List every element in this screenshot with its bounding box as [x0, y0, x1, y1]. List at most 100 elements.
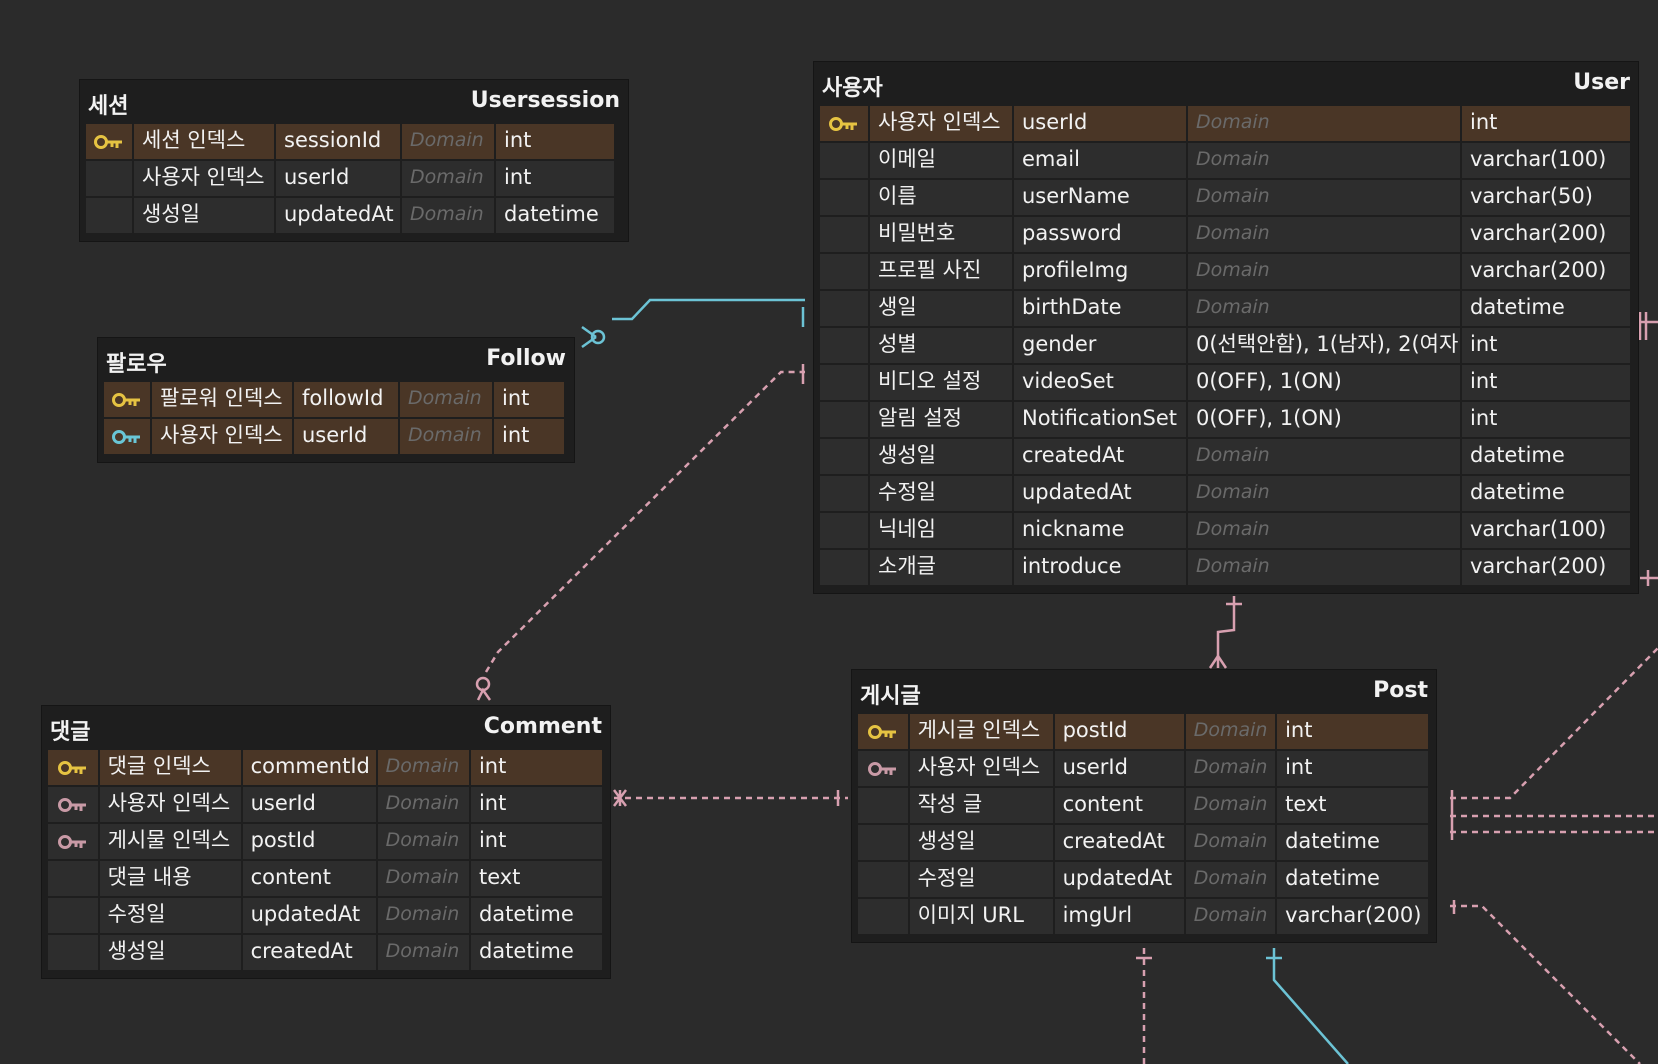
table-row[interactable]: 댓글 인덱스 commentId Domain int: [48, 750, 604, 787]
table-row[interactable]: 사용자 인덱스 userId Domain int: [858, 751, 1430, 788]
table-row[interactable]: 이메일 email Domain varchar(100): [820, 143, 1632, 180]
table-physical-name: Post: [1373, 678, 1428, 703]
rel-comment-post: [613, 789, 848, 807]
column-logical-name: 생일: [870, 291, 1012, 326]
table-follow[interactable]: 팔로우 Follow 팔로워 인덱스 followId Domain int 사용자 인…: [98, 338, 574, 462]
column-physical-name: password: [1014, 217, 1186, 252]
table-row[interactable]: 비밀번호 password Domain varchar(200): [820, 217, 1632, 254]
column-logical-name: 사용자 인덱스: [134, 161, 274, 196]
table-row[interactable]: 게시물 인덱스 postId Domain int: [48, 824, 604, 861]
column-domain: Domain: [400, 419, 492, 454]
column-physical-name: commentId: [242, 750, 376, 785]
column-domain: Domain: [1188, 106, 1460, 141]
table-columns: 사용자 인덱스 userId Domain int 이메일 email Domain varc…: [814, 106, 1638, 593]
table-row[interactable]: 비디오 설정 videoSet 0(OFF), 1(ON) int: [820, 365, 1632, 402]
column-logical-name: 수정일: [870, 476, 1012, 511]
rel-post-bottom-cyan: [1266, 948, 1349, 1064]
column-domain: Domain: [1185, 862, 1276, 897]
table-user[interactable]: 사용자 User 사용자 인덱스 userId Domain int 이메일 email D…: [814, 62, 1638, 593]
column-physical-name: gender: [1014, 328, 1186, 363]
column-physical-name: updatedAt: [1054, 862, 1184, 897]
table-header: 댓글 Comment: [42, 706, 610, 750]
column-physical-name: introduce: [1014, 550, 1186, 585]
table-row[interactable]: 수정일 updatedAt Domain datetime: [858, 862, 1430, 899]
erd-canvas[interactable]: 세션 Usersession 세션 인덱스 sessionId Domain int 사…: [0, 0, 1658, 1064]
column-domain: Domain: [1188, 291, 1460, 326]
column-physical-name: userId: [1054, 751, 1184, 786]
column-physical-name: birthDate: [1014, 291, 1186, 326]
rel-follow-user: [581, 298, 805, 349]
table-comment[interactable]: 댓글 Comment 댓글 인덱스 commentId Domain int 사용자 인…: [42, 706, 610, 978]
key-cell: [86, 198, 132, 233]
table-columns: 댓글 인덱스 commentId Domain int 사용자 인덱스 userId Dom…: [42, 750, 610, 978]
table-row[interactable]: 수정일 updatedAt Domain datetime: [48, 898, 604, 935]
column-domain: Domain: [1185, 714, 1276, 749]
key-cell: [820, 476, 868, 511]
column-type: int: [470, 824, 603, 859]
column-logical-name: 사용자 인덱스: [909, 751, 1053, 786]
column-type: text: [470, 861, 603, 896]
column-physical-name: userName: [1014, 180, 1186, 215]
column-type: datetime: [470, 898, 603, 933]
key-cell: [820, 550, 868, 585]
table-row[interactable]: 생성일 createdAt Domain datetime: [820, 439, 1632, 476]
column-type: varchar(200): [1277, 899, 1429, 934]
table-header: 세션 Usersession: [80, 80, 628, 124]
table-row[interactable]: 댓글 내용 content Domain text: [48, 861, 604, 898]
table-header: 사용자 User: [814, 62, 1638, 106]
table-usersession[interactable]: 세션 Usersession 세션 인덱스 sessionId Domain int 사…: [80, 80, 628, 241]
column-domain: Domain: [377, 787, 469, 822]
table-row[interactable]: 작성 글 content Domain text: [858, 788, 1430, 825]
table-row[interactable]: 이름 userName Domain varchar(50): [820, 180, 1632, 217]
column-logical-name: 수정일: [99, 898, 241, 933]
table-row[interactable]: 사용자 인덱스 userId Domain int: [104, 419, 568, 456]
table-row[interactable]: 생성일 createdAt Domain datetime: [858, 825, 1430, 862]
table-row[interactable]: 알림 설정 NotificationSet 0(OFF), 1(ON) int: [820, 402, 1632, 439]
column-logical-name: 게시글 인덱스: [909, 714, 1053, 749]
table-row[interactable]: 성별 gender 0(선택안함), 1(남자), 2(여자) int: [820, 328, 1632, 365]
table-post[interactable]: 게시글 Post 게시글 인덱스 postId Domain int 사용자 인덱스 us…: [852, 670, 1436, 942]
table-row[interactable]: 게시글 인덱스 postId Domain int: [858, 714, 1430, 751]
table-logical-name: 댓글: [50, 720, 91, 745]
column-logical-name: 닉네임: [870, 513, 1012, 548]
column-physical-name: postId: [242, 824, 376, 859]
column-domain: Domain: [1188, 476, 1460, 511]
key-cell: [48, 861, 98, 896]
column-type: datetime: [1277, 862, 1429, 897]
primary-key-icon: [86, 124, 132, 159]
column-domain: Domain: [1188, 143, 1460, 178]
column-domain: Domain: [377, 750, 469, 785]
column-domain: Domain: [402, 161, 494, 196]
column-domain: Domain: [1188, 254, 1460, 289]
column-logical-name: 비밀번호: [870, 217, 1012, 252]
table-row[interactable]: 수정일 updatedAt Domain datetime: [820, 476, 1632, 513]
column-type: varchar(50): [1462, 180, 1630, 215]
column-physical-name: userId: [276, 161, 400, 196]
table-row[interactable]: 생일 birthDate Domain datetime: [820, 291, 1632, 328]
table-physical-name: Comment: [483, 714, 602, 739]
key-cell: [820, 513, 868, 548]
table-row[interactable]: 생성일 updatedAt Domain datetime: [86, 198, 622, 235]
table-row[interactable]: 사용자 인덱스 userId Domain int: [86, 161, 622, 198]
column-physical-name: updatedAt: [1014, 476, 1186, 511]
column-type: int: [1277, 751, 1429, 786]
key-cell: [820, 291, 868, 326]
key-cell: [858, 825, 908, 860]
column-logical-name: 소개글: [870, 550, 1012, 585]
table-row[interactable]: 사용자 인덱스 userId Domain int: [820, 106, 1632, 143]
column-logical-name: 생성일: [870, 439, 1012, 474]
table-row[interactable]: 사용자 인덱스 userId Domain int: [48, 787, 604, 824]
column-domain: Domain: [1188, 550, 1460, 585]
key-cell: [820, 143, 868, 178]
column-type: int: [1462, 106, 1630, 141]
table-row[interactable]: 세션 인덱스 sessionId Domain int: [86, 124, 622, 161]
column-logical-name: 사용자 인덱스: [870, 106, 1012, 141]
table-row[interactable]: 프로필 사진 profileImg Domain varchar(200): [820, 254, 1632, 291]
table-row[interactable]: 팔로워 인덱스 followId Domain int: [104, 382, 568, 419]
table-row[interactable]: 생성일 createdAt Domain datetime: [48, 935, 604, 972]
column-type: varchar(200): [1462, 550, 1630, 585]
table-row[interactable]: 이미지 URL imgUrl Domain varchar(200): [858, 899, 1430, 936]
table-row[interactable]: 닉네임 nickname Domain varchar(100): [820, 513, 1632, 550]
primary-key-icon: [858, 714, 908, 749]
table-row[interactable]: 소개글 introduce Domain varchar(200): [820, 550, 1632, 587]
